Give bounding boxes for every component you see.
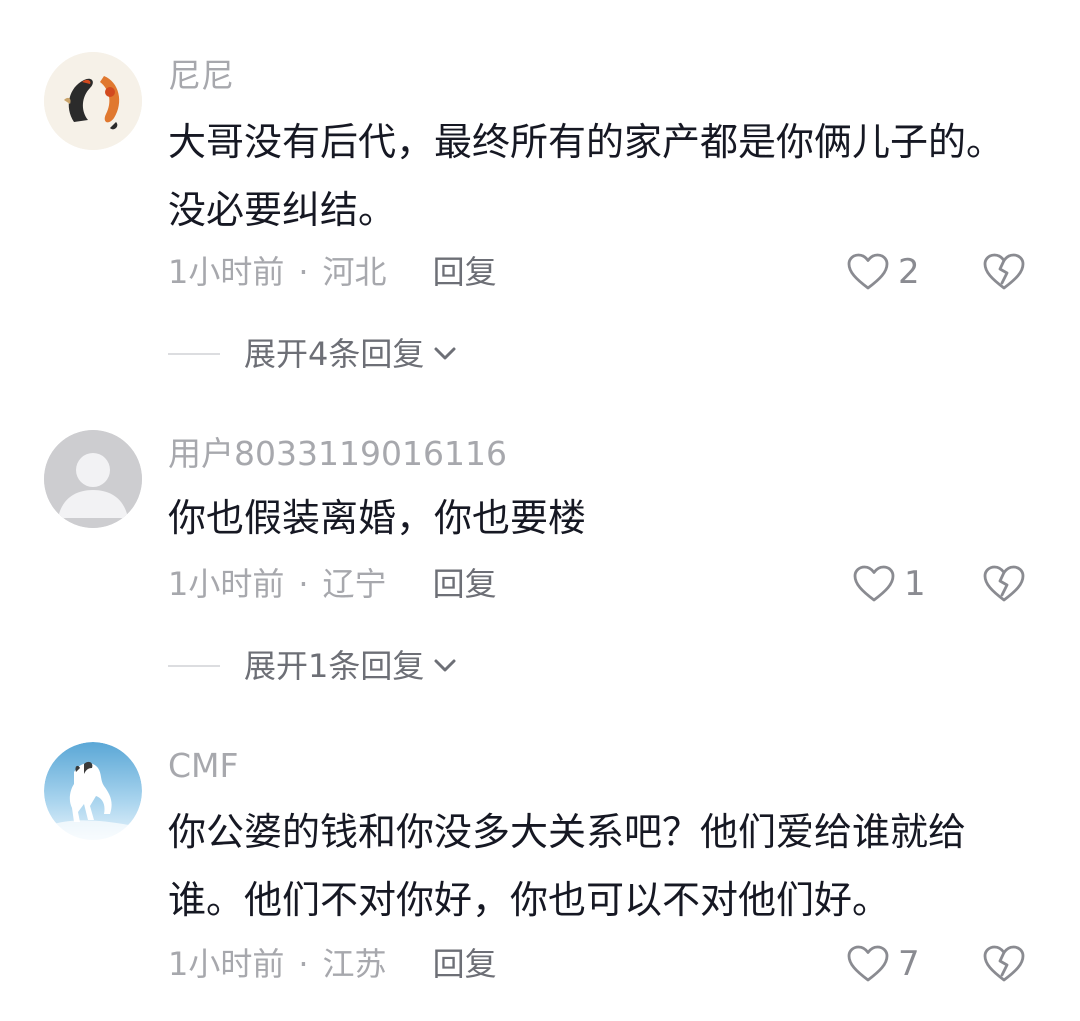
meta-separator: ·	[298, 945, 309, 983]
dislike-button[interactable]	[982, 944, 1026, 988]
reply-button[interactable]: 回复	[433, 564, 497, 604]
meta-separator: ·	[298, 253, 309, 291]
comment-username[interactable]: CMF	[168, 746, 239, 786]
reply-button[interactable]: 回复	[433, 944, 497, 984]
comment-location: 辽宁	[322, 565, 387, 603]
avatar[interactable]	[44, 430, 142, 528]
divider-line	[168, 353, 220, 355]
comment-location: 江苏	[322, 945, 387, 983]
comment-time: 1小时前	[168, 253, 285, 291]
comment-meta: 1小时前 · 辽宁 回复	[168, 564, 497, 604]
koi-fish-avatar-icon	[44, 52, 142, 150]
broken-heart-icon	[983, 565, 1025, 602]
avatar[interactable]	[44, 52, 142, 150]
dislike-button[interactable]	[982, 564, 1026, 608]
expand-replies-label: 展开1条回复	[244, 647, 425, 685]
heart-outline-icon	[853, 565, 895, 602]
expand-replies-label: 展开4条回复	[244, 335, 425, 373]
like-button[interactable]: 2	[846, 252, 920, 292]
like-count: 1	[904, 564, 926, 604]
expand-replies-button[interactable]: 展开4条回复	[168, 334, 458, 374]
comment-time: 1小时前	[168, 565, 285, 603]
chevron-down-icon	[434, 347, 456, 360]
white-horse-avatar-icon	[44, 742, 142, 840]
heart-outline-icon	[847, 253, 889, 290]
dislike-button[interactable]	[982, 252, 1026, 296]
like-count: 7	[898, 944, 920, 984]
default-user-avatar-icon	[44, 430, 142, 528]
reply-button[interactable]: 回复	[433, 252, 497, 292]
comment-text: 你也假装离婚，你也要楼	[168, 496, 587, 540]
divider-line	[168, 665, 220, 667]
comment-username[interactable]: 用户8033119016116	[168, 434, 507, 474]
expand-replies-button[interactable]: 展开1条回复	[168, 646, 458, 686]
comment-text: 大哥没有后代，最终所有的家产都是你俩儿子的。没必要纠结。	[168, 120, 1005, 232]
comment-meta: 1小时前 · 河北 回复	[168, 252, 497, 292]
broken-heart-icon	[983, 945, 1025, 982]
comment-text: 你公婆的钱和你没多大关系吧？他们爱给谁就给谁。他们不对你好，你也可以不对他们好。	[168, 810, 967, 922]
comment-location: 河北	[322, 253, 387, 291]
meta-separator: ·	[298, 565, 309, 603]
comment-meta: 1小时前 · 江苏 回复	[168, 944, 497, 984]
like-button[interactable]: 1	[852, 564, 926, 604]
comment-time: 1小时前	[168, 945, 285, 983]
comment-username[interactable]: 尼尼	[168, 56, 234, 96]
chevron-down-icon	[434, 659, 456, 672]
like-button[interactable]: 7	[846, 944, 920, 984]
avatar[interactable]	[44, 742, 142, 840]
like-count: 2	[898, 252, 920, 292]
broken-heart-icon	[983, 253, 1025, 290]
heart-outline-icon	[847, 945, 889, 982]
